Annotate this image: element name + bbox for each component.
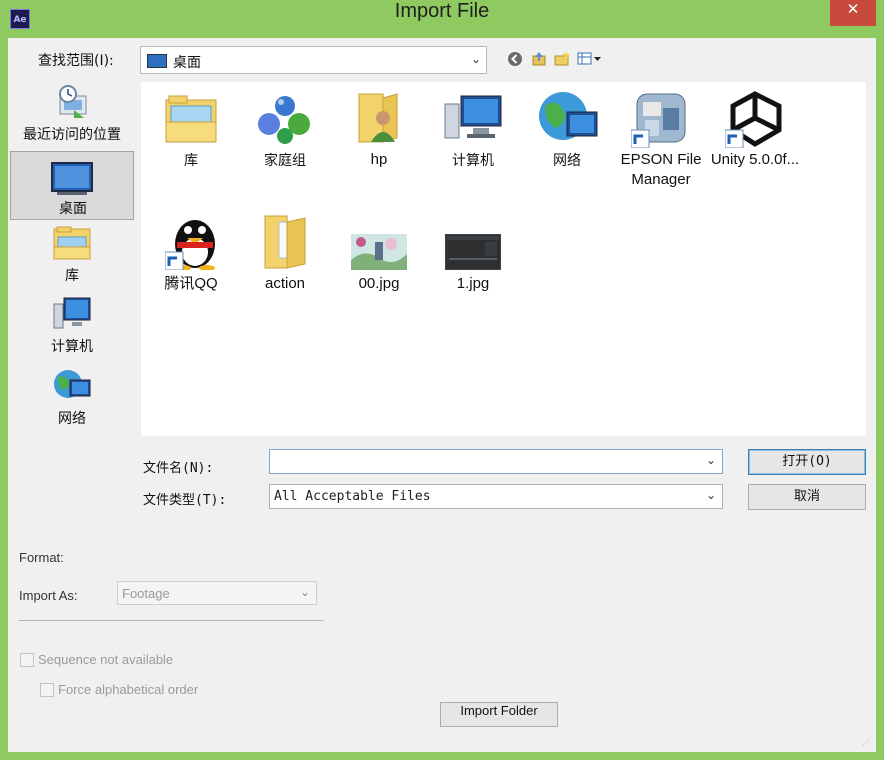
file-type-label: 文件类型(T):	[143, 493, 227, 508]
epson-shortcut-icon	[631, 93, 686, 148]
file-label: 腾讯QQ	[164, 275, 218, 292]
file-label: 库	[184, 153, 198, 169]
desktop-icon	[51, 162, 93, 195]
file-item-action[interactable]: action	[239, 210, 331, 292]
file-item-computer[interactable]: 计算机	[427, 88, 519, 169]
network-icon	[539, 92, 598, 140]
up-folder-icon[interactable]	[530, 50, 548, 68]
resize-grip-icon[interactable]: ⋰	[862, 738, 872, 748]
file-label: action	[264, 275, 306, 292]
chevron-down-icon[interactable]: ⌄	[706, 453, 716, 467]
force-alphabetical-checkbox[interactable]	[40, 683, 54, 697]
chevron-down-icon: ⌄	[471, 52, 482, 66]
open-button[interactable]: 打开(O)	[748, 449, 866, 475]
file-item-epson[interactable]: EPSON File Manager	[615, 88, 707, 188]
place-libraries[interactable]: 库	[10, 225, 134, 285]
force-alphabetical-label: Force alphabetical order	[58, 682, 199, 697]
window-title: Import File	[394, 0, 490, 22]
look-in-value: 桌面	[173, 55, 201, 71]
image-thumbnail-icon	[351, 234, 407, 270]
title-bar[interactable]: Ae Import File ✕	[0, 0, 884, 38]
homegroup-icon	[258, 96, 310, 144]
file-item-00jpg[interactable]: 00.jpg	[333, 210, 425, 292]
unity-shortcut-icon	[725, 91, 782, 148]
dialog-body: 查找范围(I): 桌面 ⌄ 最近访问的位置 桌面 库 计算机 网络 库 家庭组 …	[8, 38, 876, 752]
computer-icon	[53, 297, 91, 329]
look-in-dropdown[interactable]: 桌面 ⌄	[140, 46, 487, 74]
chevron-down-icon: ⌄	[706, 488, 717, 502]
sequence-label: Sequence not available	[38, 652, 174, 667]
format-label: Format:	[19, 550, 64, 565]
place-recent[interactable]: 最近访问的位置	[10, 84, 134, 146]
file-item-libraries[interactable]: 库	[145, 88, 237, 169]
file-item-hp[interactable]: hp	[333, 88, 425, 168]
file-type-value: All Acceptable Files	[274, 489, 431, 504]
new-folder-icon[interactable]	[553, 50, 571, 68]
file-label: 1.jpg	[456, 275, 490, 292]
folder-icon	[264, 215, 306, 269]
file-label: EPSON File Manager	[620, 151, 702, 188]
desktop-icon	[147, 54, 167, 68]
libraries-icon	[165, 95, 217, 143]
back-icon[interactable]	[506, 50, 524, 68]
file-item-1jpg[interactable]: 1.jpg	[427, 210, 519, 292]
file-name-input[interactable]: ⌄	[269, 449, 723, 474]
file-label: 计算机	[452, 153, 494, 169]
import-as-value: Footage	[122, 586, 170, 601]
file-type-dropdown[interactable]: All Acceptable Files ⌄	[269, 484, 723, 509]
image-thumbnail-icon	[445, 234, 501, 270]
chevron-down-icon: ⌄	[300, 585, 311, 599]
place-desktop[interactable]: 桌面	[10, 151, 134, 220]
places-bar: 最近访问的位置 桌面 库 计算机 网络	[8, 82, 136, 526]
close-button[interactable]: ✕	[830, 0, 876, 26]
file-label: hp	[370, 151, 388, 168]
user-folder-icon	[358, 93, 398, 143]
file-item-unity[interactable]: Unity 5.0.0f...	[709, 88, 801, 188]
options-divider	[19, 620, 324, 621]
view-menu-icon[interactable]	[577, 50, 605, 68]
place-label: 计算机	[51, 339, 93, 355]
file-label: 00.jpg	[358, 275, 400, 292]
sequence-checkbox[interactable]	[20, 653, 34, 667]
place-label: 最近访问的位置	[23, 127, 121, 143]
place-label: 桌面	[59, 201, 87, 217]
file-item-qq[interactable]: 腾讯QQ	[145, 210, 237, 292]
place-label: 库	[65, 268, 79, 284]
cancel-button[interactable]: 取消	[748, 484, 866, 510]
import-file-dialog: Ae Import File ✕ 查找范围(I): 桌面 ⌄ 最近访问的位置 桌…	[0, 0, 884, 760]
network-icon	[54, 370, 91, 398]
import-folder-button[interactable]: Import Folder	[440, 702, 558, 727]
recent-places-icon	[59, 85, 87, 118]
file-label: 家庭组	[264, 153, 306, 169]
place-network[interactable]: 网络	[10, 368, 134, 428]
file-item-homegroup[interactable]: 家庭组	[239, 88, 331, 169]
place-computer[interactable]: 计算机	[10, 296, 134, 356]
look-in-label: 查找范围(I):	[38, 53, 114, 69]
libraries-icon	[53, 226, 91, 260]
file-name-label: 文件名(N):	[143, 461, 214, 476]
import-as-label: Import As:	[19, 588, 78, 603]
place-label: 网络	[58, 411, 86, 427]
computer-icon	[444, 95, 502, 139]
file-label: Unity 5.0.0f...	[710, 151, 800, 168]
import-as-dropdown[interactable]: Footage ⌄	[117, 581, 317, 605]
qq-shortcut-icon	[165, 220, 215, 270]
file-label: 网络	[553, 153, 581, 169]
file-item-network[interactable]: 网络	[521, 88, 613, 169]
file-list[interactable]: 库 家庭组 hp 计算机 网络 EPSON File Manager Unity…	[141, 82, 866, 436]
